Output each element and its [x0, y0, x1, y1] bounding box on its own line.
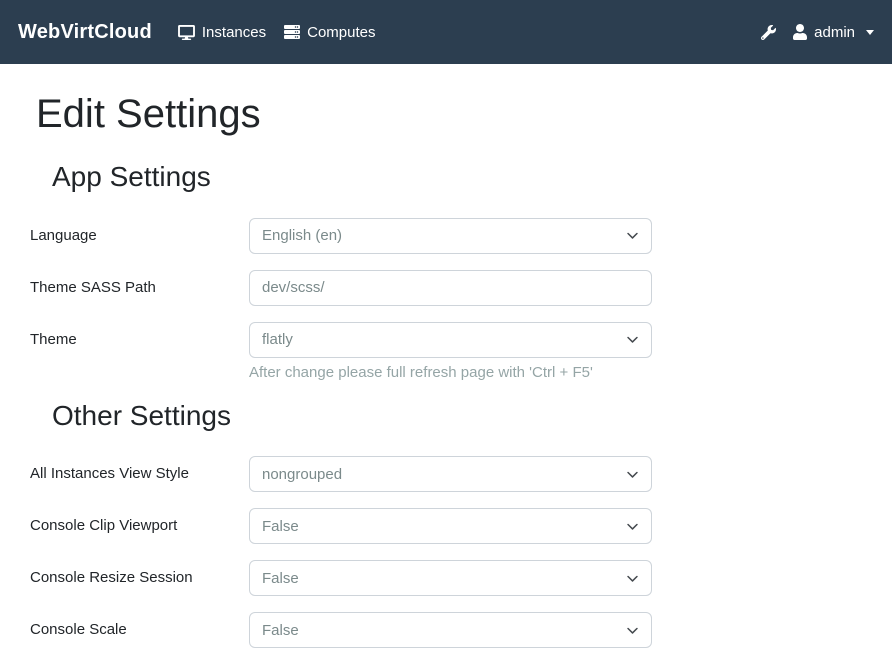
field-label: Console Resize Session — [30, 560, 249, 586]
chevron-down-icon — [626, 572, 639, 585]
field-label: All Instances View Style — [30, 456, 249, 482]
form-row-console-scale: Console Scale False — [30, 612, 862, 648]
field-label: Theme SASS Path — [30, 270, 249, 296]
user-icon — [793, 24, 807, 40]
select-value: nongrouped — [262, 466, 342, 483]
form-row-console-resize-session: Console Resize Session False — [30, 560, 862, 596]
nav-item-computes[interactable]: Computes — [284, 24, 375, 41]
main-content: Edit Settings App Settings Language Engl… — [0, 64, 892, 648]
select-value: False — [262, 622, 299, 639]
navbar-right: admin — [761, 24, 874, 41]
console-clip-viewport-select[interactable]: False — [249, 508, 652, 544]
user-menu[interactable]: admin — [793, 24, 874, 41]
server-icon — [284, 24, 300, 40]
all-instances-view-style-select[interactable]: nongrouped — [249, 456, 652, 492]
nav-item-instances[interactable]: Instances — [178, 24, 266, 41]
navbar: WebVirtCloud Instances Computes admin — [0, 0, 892, 64]
nav-item-label: Computes — [307, 24, 375, 41]
field-label: Language — [30, 218, 249, 244]
page-title: Edit Settings — [36, 90, 862, 138]
form-row-theme: Theme flatly After change please full re… — [30, 322, 862, 383]
theme-help-text: After change please full refresh page wi… — [249, 362, 652, 383]
form-row-all-instances-view-style: All Instances View Style nongrouped — [30, 456, 862, 492]
chevron-down-icon — [626, 333, 639, 346]
console-scale-select[interactable]: False — [249, 612, 652, 648]
select-value: English (en) — [262, 227, 342, 244]
language-select[interactable]: English (en) — [249, 218, 652, 254]
theme-sass-path-input[interactable] — [249, 270, 652, 306]
section-title-other-settings: Other Settings — [52, 399, 862, 433]
field-label: Console Clip Viewport — [30, 508, 249, 534]
chevron-down-icon — [626, 624, 639, 637]
section-title-app-settings: App Settings — [52, 160, 862, 194]
chevron-down-icon — [626, 468, 639, 481]
chevron-down-icon — [626, 520, 639, 533]
console-resize-session-select[interactable]: False — [249, 560, 652, 596]
main-nav: Instances Computes — [178, 24, 394, 41]
brand-link[interactable]: WebVirtCloud — [18, 21, 152, 44]
field-label: Console Scale — [30, 612, 249, 638]
desktop-icon — [178, 25, 195, 40]
select-value: False — [262, 518, 299, 535]
form-row-console-clip-viewport: Console Clip Viewport False — [30, 508, 862, 544]
user-label: admin — [814, 24, 855, 41]
caret-down-icon — [866, 30, 874, 35]
form-row-theme-sass-path: Theme SASS Path — [30, 270, 862, 306]
select-value: flatly — [262, 331, 293, 348]
form-row-language: Language English (en) — [30, 218, 862, 254]
field-label: Theme — [30, 322, 249, 348]
theme-select[interactable]: flatly — [249, 322, 652, 358]
nav-item-label: Instances — [202, 24, 266, 41]
wrench-icon[interactable] — [761, 25, 776, 40]
chevron-down-icon — [626, 229, 639, 242]
select-value: False — [262, 570, 299, 587]
